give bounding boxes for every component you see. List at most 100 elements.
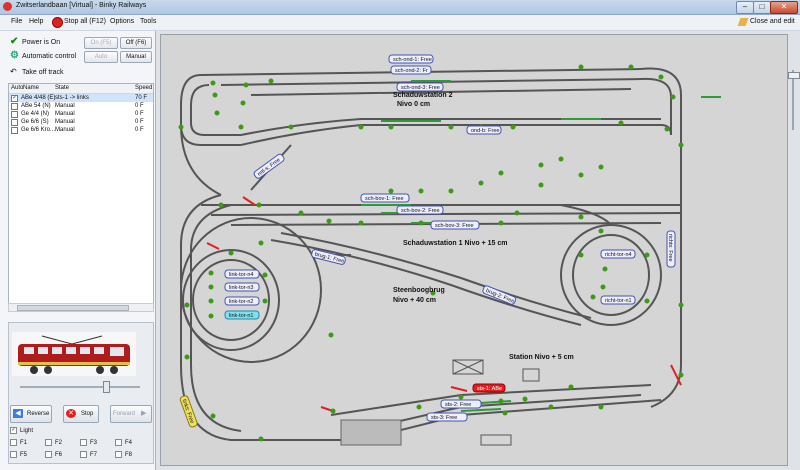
- loc-speed: 0 F: [135, 103, 144, 109]
- loc-name: ABe 4/48 (E): [21, 95, 56, 101]
- table-row[interactable]: ✓ ABe 4/48 (E) sts-1 -> links 70 F: [9, 94, 153, 102]
- track-board[interactable]: sch-ond-1: Free sch-ond-2: Fr sch-ond-3:…: [160, 34, 788, 466]
- block-richts[interactable]: richts: Free: [667, 234, 673, 262]
- f2-checkbox[interactable]: F2: [45, 439, 62, 446]
- loc-name: Ge 6/6 (S): [21, 119, 49, 125]
- forward-button[interactable]: Forward ▶: [110, 405, 152, 423]
- table-row[interactable]: Ge 6/6 Kro... Manual 0 F: [9, 126, 153, 134]
- scroll-thumb[interactable]: [17, 305, 129, 311]
- menu-tools[interactable]: Tools: [140, 18, 156, 25]
- loc-name: Ge 4/4 (N): [21, 111, 50, 117]
- stop-all-button[interactable]: Stop all (F12): [64, 18, 106, 25]
- loc-speed: 0 F: [135, 111, 144, 117]
- close-button[interactable]: ✕: [770, 1, 798, 14]
- auto-checkbox[interactable]: ✓: [11, 95, 18, 102]
- block-sch-bov-3[interactable]: sch-bov-3: Free: [435, 223, 474, 229]
- block-ond-b[interactable]: ond-b: Free: [471, 128, 499, 134]
- label-bridge-nivo: Nivo + 40 cm: [393, 297, 436, 304]
- label-station: Station Nivo + 5 cm: [509, 354, 574, 361]
- loc-speed: 0 F: [135, 127, 144, 133]
- block-richt-tor-n4[interactable]: richt-tor-n4: [605, 252, 632, 258]
- speed-slider-track[interactable]: [20, 386, 140, 388]
- block-sch-ond-3[interactable]: sch-ond-3: Free: [401, 85, 440, 91]
- header-name[interactable]: Name: [23, 85, 39, 91]
- power-on-button[interactable]: On (F5): [84, 37, 118, 49]
- close-and-edit-button[interactable]: Close and edit: [750, 18, 795, 25]
- take-off-icon: ↶: [10, 67, 17, 76]
- speed-slider-thumb[interactable]: [103, 381, 110, 393]
- menu-help[interactable]: Help: [29, 18, 43, 25]
- reverse-button[interactable]: ◀ Reverse: [10, 405, 52, 423]
- block-sts-3[interactable]: sts-3: Free: [431, 415, 457, 421]
- f3-checkbox[interactable]: F3: [80, 439, 97, 446]
- menu-file[interactable]: File: [11, 18, 22, 25]
- f1-checkbox[interactable]: F1: [10, 439, 27, 446]
- light-check[interactable]: ✓: [10, 427, 17, 434]
- arrow-right-icon: ▶: [141, 410, 147, 417]
- f4-checkbox[interactable]: F4: [115, 439, 132, 446]
- loc-state: Manual: [55, 127, 75, 133]
- block-link-tor-n2[interactable]: link-tor-n2: [229, 299, 253, 305]
- block-sch-ond-1[interactable]: sch-ond-1: Free: [393, 57, 432, 63]
- arrow-left-icon: ◀: [13, 409, 23, 418]
- label-shadow-station-1: Schaduwstation 1 Nivo + 15 cm: [403, 240, 507, 247]
- power-off-button[interactable]: Off (F6): [120, 37, 152, 49]
- menu-options[interactable]: Options: [110, 18, 134, 25]
- f8-label: F8: [125, 452, 133, 459]
- block-sch-ond-2[interactable]: sch-ond-2: Fr: [395, 68, 428, 74]
- loc-state: Manual: [55, 119, 75, 125]
- pencil-icon: [737, 18, 749, 26]
- f7-checkbox[interactable]: F7: [80, 451, 97, 458]
- title-bar: Zwitserlandbaan [Virtual] - Binky Railwa…: [0, 0, 800, 15]
- minimize-button[interactable]: –: [736, 1, 754, 14]
- block-link-tor-n4[interactable]: link-tor-n4: [229, 272, 253, 278]
- block-richt-tor-n1[interactable]: richt-tor-n1: [605, 298, 632, 304]
- f4-label: F4: [125, 440, 133, 447]
- block-sch-bov-2[interactable]: sch-bov-2: Free: [401, 208, 440, 214]
- f1-label: F1: [20, 440, 28, 447]
- table-row[interactable]: Ge 4/4 (N) Manual 0 F: [9, 110, 153, 118]
- reverse-label: Reverse: [27, 411, 50, 417]
- f6-checkbox[interactable]: F6: [45, 451, 62, 458]
- auto-checkbox[interactable]: [11, 103, 18, 110]
- block-link-tor-n1[interactable]: link-tor-n1: [229, 313, 253, 319]
- loc-speed: 70 F: [135, 95, 148, 101]
- label-bridge: Steenboogbrug: [393, 287, 445, 294]
- power-status-label: Power is On: [22, 39, 61, 46]
- app-icon: [3, 2, 12, 11]
- block-sts-1[interactable]: sts-1: ABe: [477, 386, 502, 392]
- loc-state: Manual: [55, 103, 75, 109]
- block-link-tor-n3[interactable]: link-tor-n3: [229, 285, 253, 291]
- f2-label: F2: [55, 440, 63, 447]
- take-off-track-button[interactable]: Take off track: [22, 69, 64, 76]
- track-layout[interactable]: sch-ond-1: Free sch-ond-2: Fr sch-ond-3:…: [161, 35, 787, 465]
- zoom-slider-track[interactable]: [792, 70, 794, 130]
- loc-name: Ge 6/6 Kro...: [21, 127, 56, 133]
- auto-checkbox[interactable]: [11, 127, 18, 134]
- f7-label: F7: [90, 452, 98, 459]
- zoom-slider-thumb[interactable]: [788, 72, 800, 79]
- header-auto[interactable]: Auto: [11, 85, 23, 91]
- header-state[interactable]: State: [55, 85, 69, 91]
- loc-state: Manual: [55, 111, 75, 117]
- light-checkbox[interactable]: ✓ Light: [10, 427, 33, 434]
- light-label: Light: [20, 428, 34, 435]
- check-icon: ✔: [10, 36, 19, 47]
- stop-label: Stop: [81, 411, 94, 417]
- table-scrollbar[interactable]: [8, 303, 154, 312]
- table-row[interactable]: ABe 54 (N) Manual 0 F: [9, 102, 153, 110]
- auto-checkbox[interactable]: [11, 111, 18, 118]
- manual-button[interactable]: Manual: [120, 51, 152, 63]
- f5-checkbox[interactable]: F5: [10, 451, 27, 458]
- f8-checkbox[interactable]: F8: [115, 451, 132, 458]
- loc-speed: 0 F: [135, 119, 144, 125]
- maximize-button[interactable]: □: [753, 1, 771, 14]
- auto-button[interactable]: Auto: [84, 51, 118, 63]
- header-speed[interactable]: Speed: [135, 85, 152, 91]
- stop-button[interactable]: ✕ Stop: [63, 405, 99, 423]
- block-sts-2[interactable]: sts-2: Free: [445, 402, 471, 408]
- block-sch-bov-1[interactable]: sch-bov-1: Free: [365, 196, 404, 202]
- table-row[interactable]: Ge 6/6 (S) Manual 0 F: [9, 118, 153, 126]
- stop-icon: [52, 17, 63, 28]
- auto-checkbox[interactable]: [11, 119, 18, 126]
